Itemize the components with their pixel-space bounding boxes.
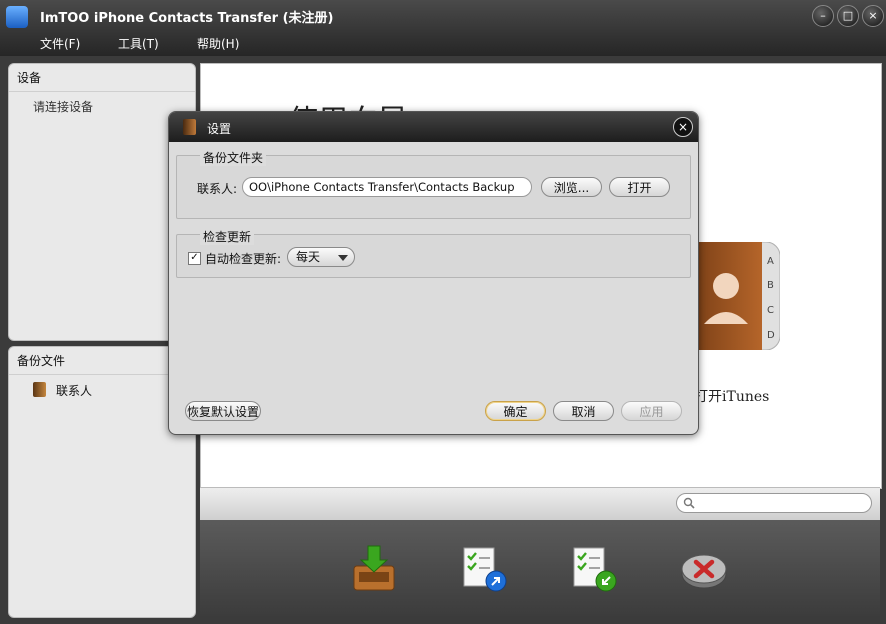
cancel-button[interactable]: 取消 <box>553 401 614 421</box>
open-itunes-link[interactable]: 打开iTunes <box>694 386 769 406</box>
import-document-icon[interactable] <box>569 544 619 594</box>
dialog-close-button[interactable]: × <box>673 117 693 137</box>
auto-check-checkbox[interactable]: ✓ <box>188 252 201 265</box>
window-title: ImTOO iPhone Contacts Transfer (未注册) <box>40 11 334 26</box>
ok-button[interactable]: 确定 <box>485 401 546 421</box>
sidebar-item-label: 联系人 <box>56 384 93 398</box>
auto-check-label: 自动检查更新: <box>205 252 282 266</box>
menu-tools[interactable]: 工具(T) <box>118 35 159 52</box>
update-frequency-select[interactable]: 每天 <box>287 247 355 267</box>
dialog-title-bar <box>169 112 698 142</box>
apply-button[interactable]: 应用 <box>621 401 682 421</box>
import-tray-icon[interactable] <box>349 544 399 594</box>
search-icon <box>683 497 695 509</box>
contacts-book-icon <box>183 119 196 135</box>
backup-folder-legend: 备份文件夹 <box>200 149 267 166</box>
maximize-button[interactable]: □ <box>837 5 859 27</box>
index-letter: D <box>767 330 775 341</box>
minimize-button[interactable]: – <box>812 5 834 27</box>
bottom-toolbar <box>200 520 880 616</box>
delete-icon[interactable] <box>679 544 729 594</box>
index-letter: A <box>767 256 774 267</box>
update-frequency-value: 每天 <box>296 250 321 264</box>
backup-path-input[interactable]: OO\iPhone Contacts Transfer\Contacts Bac… <box>242 177 532 197</box>
check-update-legend: 检查更新 <box>200 228 255 245</box>
settings-dialog: 设置 × 备份文件夹 联系人: OO\iPhone Contacts Trans… <box>168 111 699 435</box>
app-logo-icon <box>6 6 28 28</box>
close-button[interactable]: × <box>862 5 884 27</box>
chevron-down-icon <box>338 255 348 261</box>
restore-defaults-button[interactable]: 恢复默认设置 <box>185 401 261 421</box>
devices-header: 设备 <box>9 64 195 92</box>
index-letter: C <box>767 305 774 316</box>
contacts-book-icon <box>33 382 46 397</box>
browse-button[interactable]: 浏览... <box>541 177 602 197</box>
search-input[interactable] <box>676 493 872 513</box>
dialog-title: 设置 <box>207 122 232 136</box>
connect-device-hint: 请连接设备 <box>33 100 94 114</box>
index-letter: B <box>767 280 774 291</box>
contacts-path-label: 联系人: <box>197 182 238 196</box>
menu-file[interactable]: 文件(F) <box>40 35 80 52</box>
contacts-book-icon: A B C D <box>690 242 780 350</box>
open-folder-button[interactable]: 打开 <box>609 177 670 197</box>
export-document-icon[interactable] <box>459 544 509 594</box>
menu-help[interactable]: 帮助(H) <box>197 35 239 52</box>
sidebar-item-contacts[interactable]: 联系人 <box>33 381 183 399</box>
